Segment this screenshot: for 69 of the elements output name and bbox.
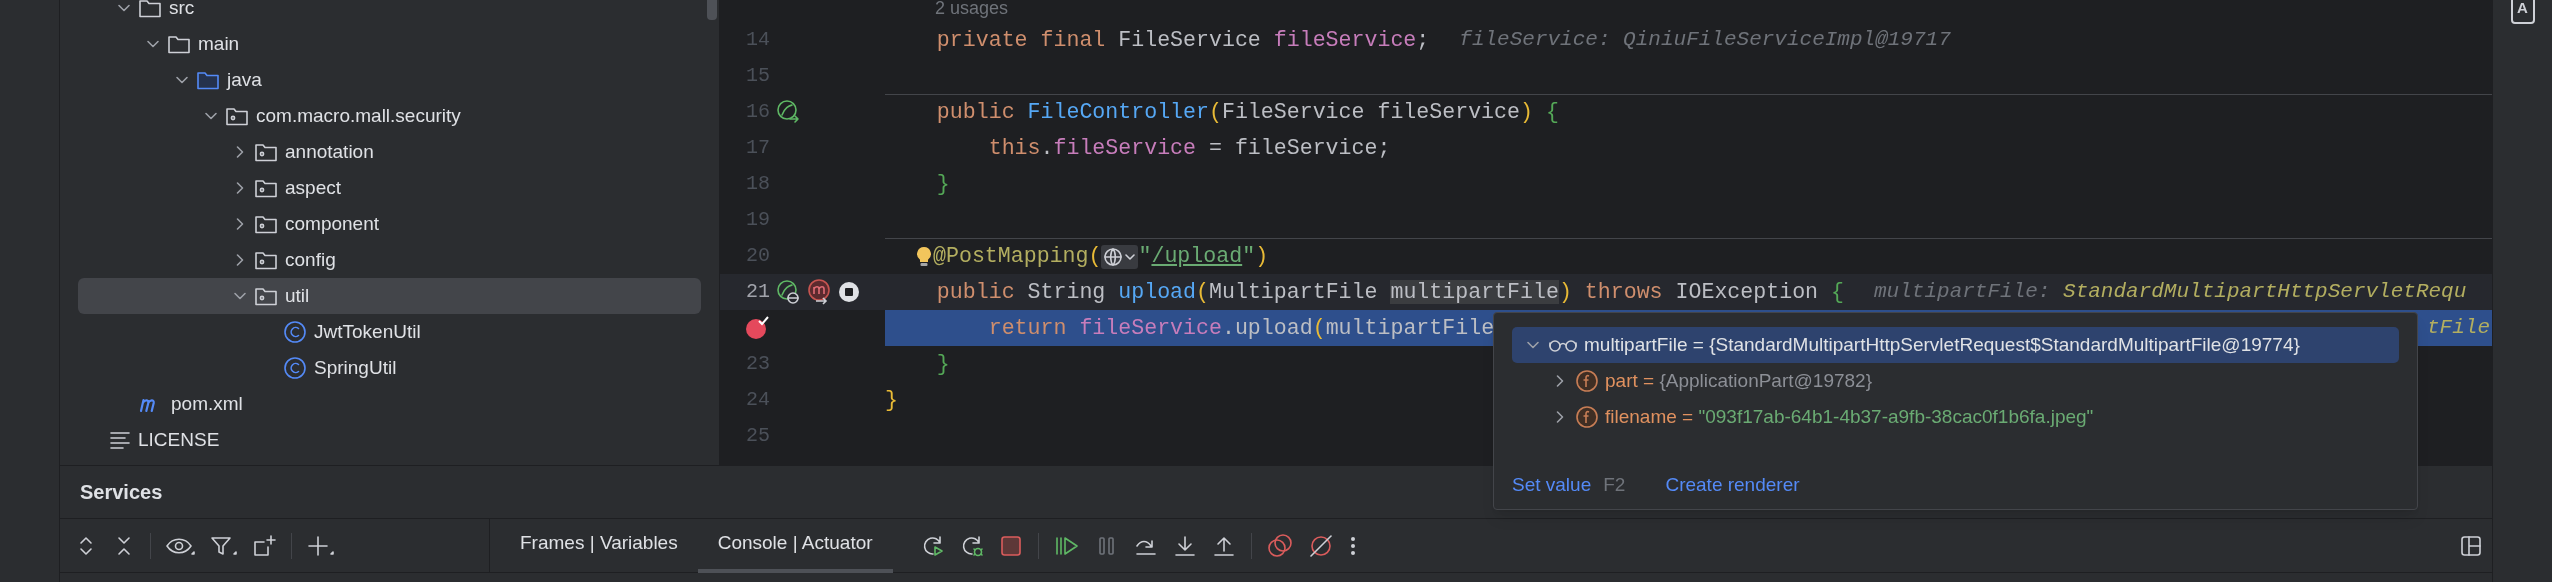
lightbulb-icon[interactable]: [915, 244, 933, 269]
layout-icon[interactable]: [2460, 534, 2482, 557]
usages-hint[interactable]: 2 usages: [935, 0, 1009, 22]
code-text: }: [935, 170, 950, 198]
code-text: this.fileService = fileService;: [987, 134, 1391, 162]
code-text: "/upload"): [1138, 243, 1269, 271]
tree-item[interactable]: util: [78, 278, 701, 314]
folder-icon: [196, 69, 220, 91]
code-text: @PostMapping(: [933, 243, 1102, 271]
tree-item[interactable]: aspect: [78, 170, 701, 206]
assistant-icon[interactable]: A: [2510, 0, 2535, 24]
code-text: private final FileService fileService;: [935, 26, 1430, 54]
mute-breakpoints-icon[interactable]: [1307, 532, 1334, 559]
folder-icon: [138, 0, 162, 19]
package-folder-icon: [254, 141, 278, 163]
class-icon: [283, 320, 307, 344]
package-folder-icon: [254, 177, 278, 199]
code-text: public String upload(MultipartFile multipartFile) throws IOException {: [935, 278, 1844, 306]
panel-title: Services: [80, 480, 163, 505]
globe-icon[interactable]: [1101, 244, 1139, 269]
breakpoints-icon[interactable]: [1266, 532, 1293, 559]
package-folder-icon: [254, 285, 278, 307]
tree-item[interactable]: component: [78, 206, 701, 242]
variable-value: part = {ApplicationPart@19782}: [1605, 368, 1872, 393]
class-icon: [283, 356, 307, 380]
stop-icon[interactable]: [838, 281, 860, 303]
shortcut-hint: F2: [1603, 472, 1626, 497]
popup-link[interactable]: Set value: [1512, 470, 1592, 499]
tree-item[interactable]: config: [78, 242, 701, 278]
code-text: }: [885, 386, 898, 414]
inlay-hint: multipartFile: StandardMultipartHttpServletRequ: [1874, 279, 2467, 306]
bean-icon[interactable]: [776, 99, 802, 125]
variable-row[interactable]: part = {ApplicationPart@19782}: [1512, 363, 2399, 399]
step-into-icon[interactable]: [1172, 533, 1197, 558]
tree-item[interactable]: JwtTokenUtil: [78, 314, 701, 350]
variable-row[interactable]: multipartFile = {StandardMultipartHttpServletRequest$StandardMultipartFile@19774}: [1512, 327, 2399, 363]
bean-icon[interactable]: [776, 279, 802, 305]
tab[interactable]: Frames | Variables: [500, 518, 698, 573]
field-icon: [1575, 405, 1599, 429]
tree-item[interactable]: pom.xml: [78, 386, 701, 422]
code-text: return fileService.upload(multipartFile: [987, 314, 1495, 342]
code-text: }: [935, 350, 950, 378]
popup-link[interactable]: Create renderer: [1665, 470, 1800, 499]
field-icon: [1575, 369, 1599, 393]
code-text: public FileController(FileService fileService) {: [935, 99, 1559, 127]
plus-icon[interactable]: [306, 533, 334, 558]
variable-row[interactable]: filename = "093f17ab-64b1-4b37-a9fb-38cac0f1b6fa.jpeg": [1512, 399, 2399, 435]
tree-item[interactable]: SpringUtil: [78, 350, 701, 386]
scrollbar[interactable]: [707, 0, 717, 20]
package-folder-icon: [225, 105, 249, 127]
variable-value: multipartFile = {StandardMultipartHttpServletRequest$StandardMultipartFile@19774}: [1584, 332, 2300, 357]
inlay-hint: fileService: QiniuFileServiceImpl@19717: [1459, 27, 1951, 54]
tree-item[interactable]: com.macro.mall.security: [78, 98, 701, 134]
tree-item[interactable]: src: [78, 0, 701, 26]
breakpoint-icon[interactable]: [744, 315, 770, 341]
tree-item[interactable]: annotation: [78, 134, 701, 170]
glasses-icon: [1548, 337, 1578, 353]
tree-item[interactable]: main: [78, 26, 701, 62]
folder-icon: [167, 33, 191, 55]
package-folder-icon: [254, 249, 278, 271]
package-folder-icon: [254, 213, 278, 235]
line-number: 21: [746, 279, 770, 305]
add-service-icon[interactable]: [251, 533, 277, 558]
tree-item[interactable]: LICENSE: [78, 422, 701, 458]
tab[interactable]: Console | Actuator: [697, 518, 893, 573]
variable-value: filename = "093f17ab-64b1-4b37-a9fb-38cac0f1b6fa.jpeg": [1605, 404, 2094, 429]
inlay-hint: tFile: [2427, 315, 2490, 342]
text-file-icon: [109, 430, 131, 450]
tree-item[interactable]: java: [78, 62, 701, 98]
